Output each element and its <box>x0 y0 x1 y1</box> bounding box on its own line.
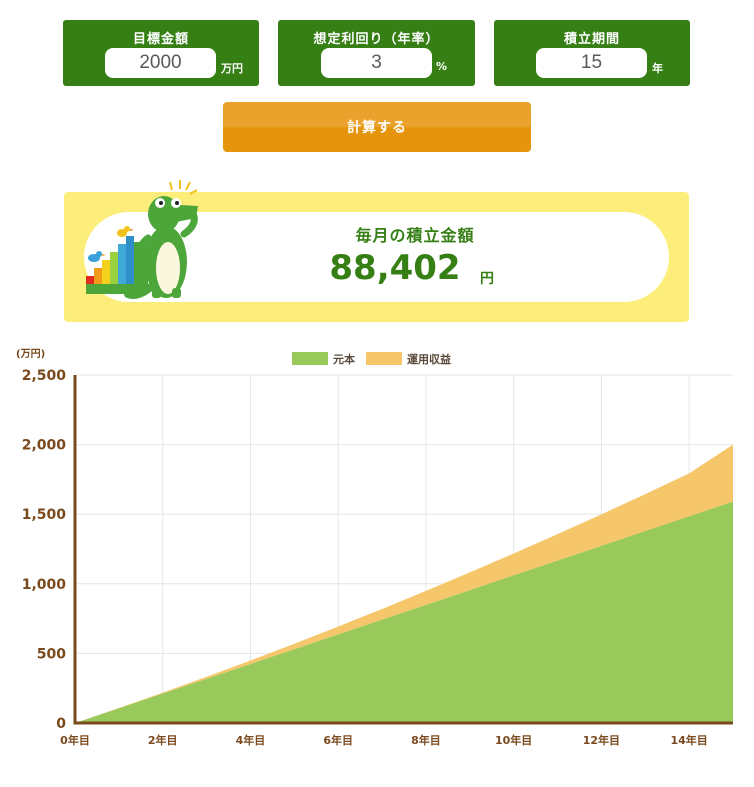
monthly-amount-unit: 円 <box>480 271 494 287</box>
saving-period-label: 積立期間 <box>563 32 620 47</box>
crocodile-mascot-illustration <box>86 180 198 299</box>
savings-area-chart: (万円) 元本 運用収益 0 500 1,000 1,500 2,000 2,500 0年目… <box>16 348 733 747</box>
legend-swatch <box>366 352 402 365</box>
target-amount-label: 目標金額 <box>132 32 189 47</box>
y-tick-label: 1,000 <box>22 577 67 593</box>
saving-period-input[interactable] <box>536 48 647 78</box>
x-tick-label: 8年目 <box>411 733 441 747</box>
x-tick-label: 0年目 <box>60 733 90 747</box>
monthly-amount-value: 88,402 <box>329 248 461 288</box>
saving-period-box: 積立期間 年 <box>494 20 690 86</box>
y-tick-label: 1,500 <box>22 507 67 523</box>
x-tick-labels: 0年目 2年目 4年目 6年目 8年目 10年目 12年目 14年目 <box>60 733 708 747</box>
y-axis-unit-label: (万円) <box>16 348 45 360</box>
y-tick-label: 2,000 <box>22 438 67 454</box>
expected-return-box: 想定利回り（年率） % <box>278 20 475 86</box>
x-tick-label: 12年目 <box>583 733 620 747</box>
x-tick-label: 2年目 <box>148 733 178 747</box>
calculate-button[interactable]: 計算する <box>223 102 531 152</box>
y-tick-labels: 0 500 1,000 1,500 2,000 2,500 <box>22 368 67 732</box>
monthly-amount-label: 毎月の積立金額 <box>355 226 475 245</box>
legend-label: 運用収益 <box>407 352 451 366</box>
y-tick-label: 2,500 <box>22 368 67 384</box>
expected-return-label: 想定利回り（年率） <box>313 32 440 47</box>
x-tick-label: 4年目 <box>236 733 266 747</box>
expected-return-input[interactable] <box>321 48 432 78</box>
legend-label: 元本 <box>333 352 355 366</box>
y-tick-label: 0 <box>56 716 66 732</box>
target-amount-box: 目標金額 万円 <box>63 20 259 86</box>
expected-return-unit: % <box>436 60 448 73</box>
saving-period-unit: 年 <box>652 62 663 75</box>
x-tick-label: 14年目 <box>670 733 707 747</box>
y-tick-label: 500 <box>37 646 66 662</box>
target-amount-input[interactable] <box>105 48 216 78</box>
legend-swatch <box>292 352 328 365</box>
x-tick-label: 6年目 <box>323 733 353 747</box>
x-tick-label: 10年目 <box>495 733 532 747</box>
target-amount-unit: 万円 <box>221 62 243 75</box>
chart-legend: 元本 運用収益 <box>292 352 451 366</box>
